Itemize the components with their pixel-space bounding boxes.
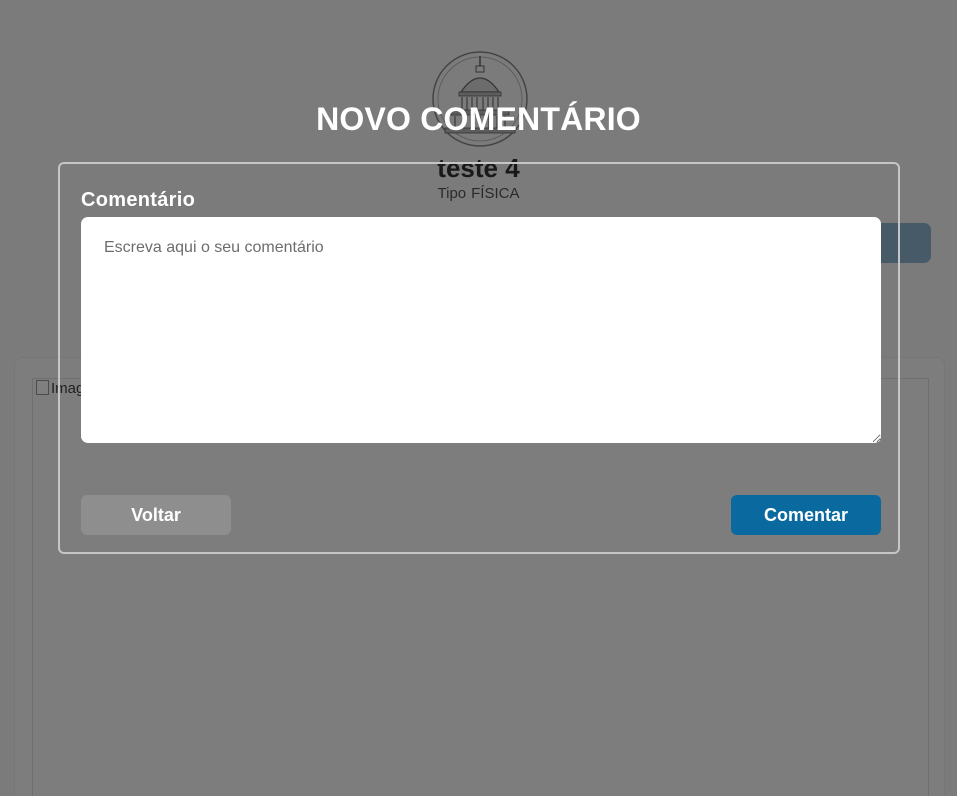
- comment-textarea[interactable]: [81, 217, 881, 443]
- submit-comment-button[interactable]: Comentar: [731, 495, 881, 535]
- back-button[interactable]: Voltar: [81, 495, 231, 535]
- comment-label: Comentário: [81, 189, 196, 211]
- modal-title: NOVO COMENTÁRIO: [316, 101, 641, 137]
